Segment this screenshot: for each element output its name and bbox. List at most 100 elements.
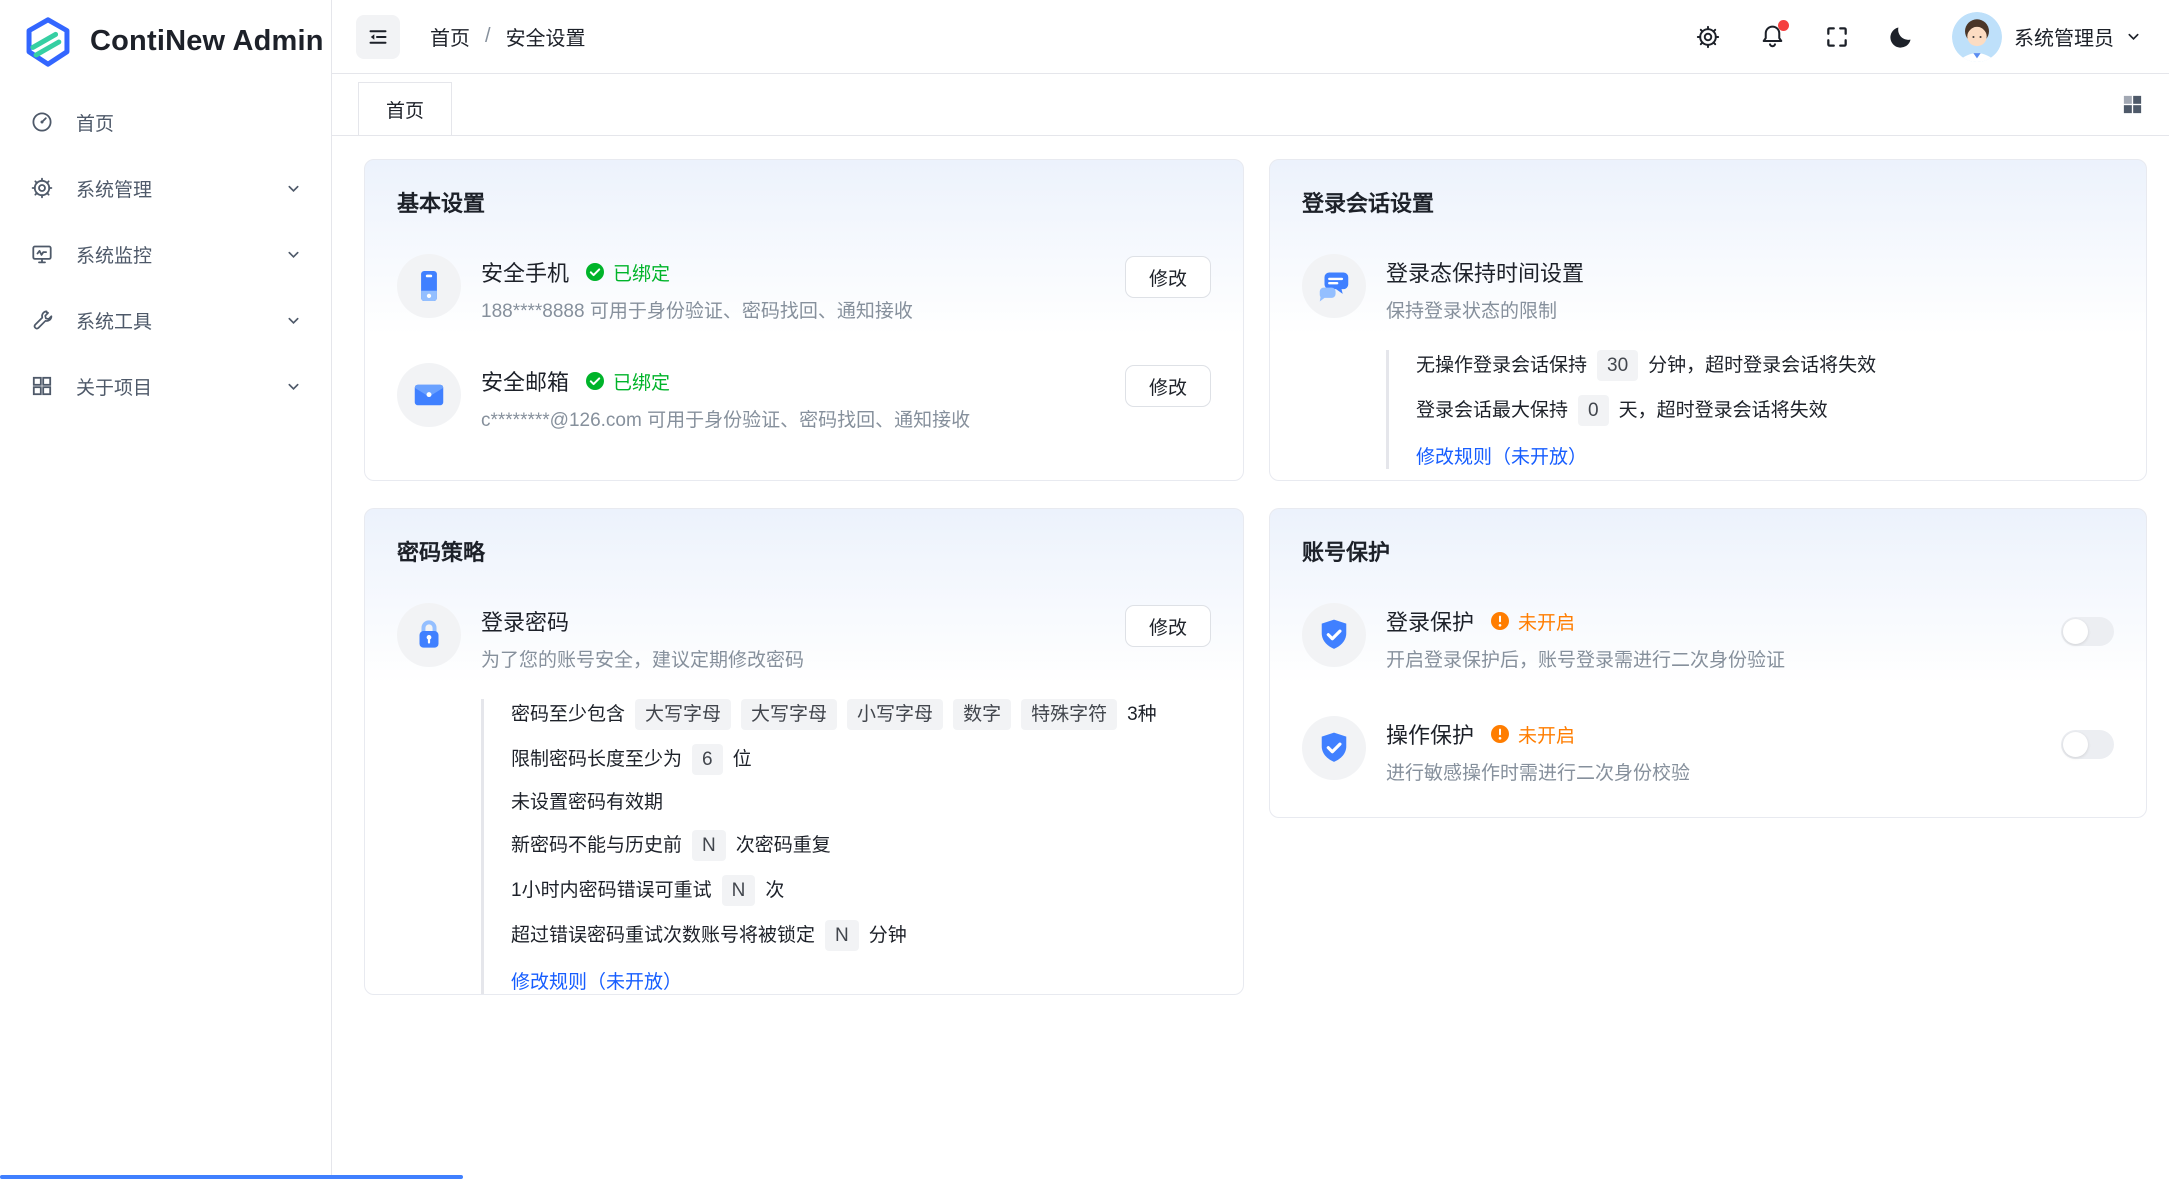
monitor-icon [30,242,54,266]
toggle-knob [2063,732,2088,757]
login-protection-toggle[interactable] [2061,617,2114,646]
shield-icon [1302,603,1366,667]
content-right-column: 登录会话设置 登录态保持时间设置 [1269,159,2147,818]
menu-fold-icon [366,25,390,49]
chevron-down-icon [286,313,301,328]
rule-value-chip: N [825,920,859,951]
login-protection-row: 登录保护 未开启 开启登录保护后，账 [1302,603,2114,674]
modify-session-rules-link[interactable]: 修改规则（未开放） [1416,442,1587,469]
rule-text: 天，超时登录会话将失效 [1619,397,1828,424]
bound-status-badge: 已绑定 [585,259,670,286]
modify-email-button[interactable]: 修改 [1125,365,1211,407]
app-title: ContiNew Admin [90,25,324,58]
rule-line: 密码至少包含大写字母大写字母小写字母数字特殊字符3种 [511,699,1105,730]
card-title: 登录会话设置 [1302,186,2114,218]
breadcrumb-home[interactable]: 首页 [430,22,470,51]
sidebar-item-label: 首页 [76,109,114,136]
sidebar-item-about-project[interactable]: 关于项目 [12,361,319,411]
tab-bar: 首页 [332,74,2169,136]
rule-text: 1小时内密码错误可重试 [511,877,712,904]
bound-status-badge: 已绑定 [585,368,670,395]
app-logo[interactable]: ContiNew Admin [0,0,331,83]
modify-phone-button[interactable]: 修改 [1125,256,1211,298]
modify-password-rules-link[interactable]: 修改规则（未开放） [511,967,682,994]
modify-password-button[interactable]: 修改 [1125,605,1211,647]
item-description: 开启登录保护后，账号登录需进行二次身份验证 [1386,647,2041,674]
sidebar-item-system-management[interactable]: 系统管理 [12,163,319,213]
sidebar-item-home[interactable]: 首页 [12,97,319,147]
item-title: 登录态保持时间设置 [1386,256,1584,288]
horizontal-scrollbar-thumb[interactable] [0,1175,463,1179]
rule-text: 次 [765,877,784,904]
rule-value-chip: N [722,875,756,906]
session-keep-row: 登录态保持时间设置 保持登录状态的限制 无操作登录会话保持30分钟，超时登录会话… [1302,254,2114,469]
sidebar-item-label: 系统管理 [76,175,152,202]
sidebar-item-system-monitor[interactable]: 系统监控 [12,229,319,279]
rule-line: 登录会话最大保持0天，超时登录会话将失效 [1416,395,2114,426]
shield-icon [1302,716,1366,780]
settings-gear-icon[interactable] [1695,24,1721,50]
exclamation-circle-icon [1490,611,1510,631]
chevron-down-icon [286,379,301,394]
notification-badge-dot [1778,20,1789,31]
sidebar: ContiNew Admin 首页 [0,0,332,1179]
rule-value-chip: 大写字母 [635,699,731,730]
notification-bell-icon[interactable] [1759,23,1786,50]
rule-line: 新密码不能与历史前N次密码重复 [511,830,1105,861]
item-description: c********@126.com 可用于身份验证、密码找回、通知接收 [481,407,1105,434]
exclamation-circle-icon [1490,724,1510,744]
rule-text: 分钟，超时登录会话将失效 [1648,352,1876,379]
breadcrumb-separator: / [485,25,491,48]
avatar [1952,12,2002,62]
grid-icon [30,374,54,398]
sidebar-item-label: 关于项目 [76,373,152,400]
rule-value-chip: 大写字母 [741,699,837,730]
operation-protection-row: 操作保护 未开启 进行敏感操作时需进 [1302,716,2114,787]
rule-value-chip: 数字 [953,699,1011,730]
toggle-knob [2063,619,2088,644]
item-title: 登录密码 [481,605,569,637]
rule-line: 限制密码长度至少为6位 [511,744,1105,775]
content-left-column: 基本设置 安全手机 [364,159,1244,995]
mail-icon [397,363,461,427]
rule-text: 超过错误密码重试次数账号将被锁定 [511,922,815,949]
item-description: 保持登录状态的限制 [1386,298,2114,325]
rule-text: 无操作登录会话保持 [1416,352,1587,379]
not-enabled-badge: 未开启 [1490,721,1575,748]
rule-text: 密码至少包含 [511,701,625,728]
tab-actions-grid-icon[interactable] [2121,93,2144,116]
fullscreen-icon[interactable] [1824,24,1850,50]
dark-mode-moon-icon[interactable] [1888,24,1914,50]
phone-icon [397,254,461,318]
rule-text: 分钟 [869,922,907,949]
header-actions: 系统管理员 [1695,12,2141,62]
card-title: 基本设置 [397,186,1211,218]
dashboard-icon [30,110,54,134]
rule-value-chip: 小写字母 [847,699,943,730]
sidebar-menu: 首页 系统管理 [0,83,331,425]
rule-value-chip: 0 [1578,395,1609,426]
gear-icon [30,176,54,200]
content-area: 基本设置 安全手机 [332,136,2169,1179]
lock-icon [397,603,461,667]
sidebar-collapse-button[interactable] [356,15,400,59]
item-title: 登录保护 [1386,605,1474,637]
header: 首页 / 安全设置 [332,0,2169,74]
main-area: 首页 / 安全设置 [332,0,2169,1179]
tab-home[interactable]: 首页 [358,82,452,135]
check-circle-icon [585,262,605,282]
app-root: ContiNew Admin 首页 [0,0,2169,1179]
chevron-down-icon [286,247,301,262]
sidebar-item-system-tools[interactable]: 系统工具 [12,295,319,345]
rule-line: 超过错误密码重试次数账号将被锁定 N 分钟 [511,920,1105,951]
operation-protection-toggle[interactable] [2061,730,2114,759]
card-session-settings: 登录会话设置 登录态保持时间设置 [1269,159,2147,481]
card-account-protection: 账号保护 登录保护 [1269,508,2147,818]
breadcrumb-current: 安全设置 [506,22,586,51]
rule-line: 无操作登录会话保持30分钟，超时登录会话将失效 [1416,350,2114,381]
sidebar-item-label: 系统监控 [76,241,152,268]
user-menu[interactable]: 系统管理员 [1952,12,2141,62]
security-phone-row: 安全手机 已绑定 188****8888 可用于身份验证、密码找回、通知接收 [397,254,1211,325]
session-rules-block: 无操作登录会话保持30分钟，超时登录会话将失效登录会话最大保持0天，超时登录会话… [1386,350,2114,469]
security-email-row: 安全邮箱 已绑定 c********@126.com 可用于身份验证、密码找回 [397,363,1211,434]
